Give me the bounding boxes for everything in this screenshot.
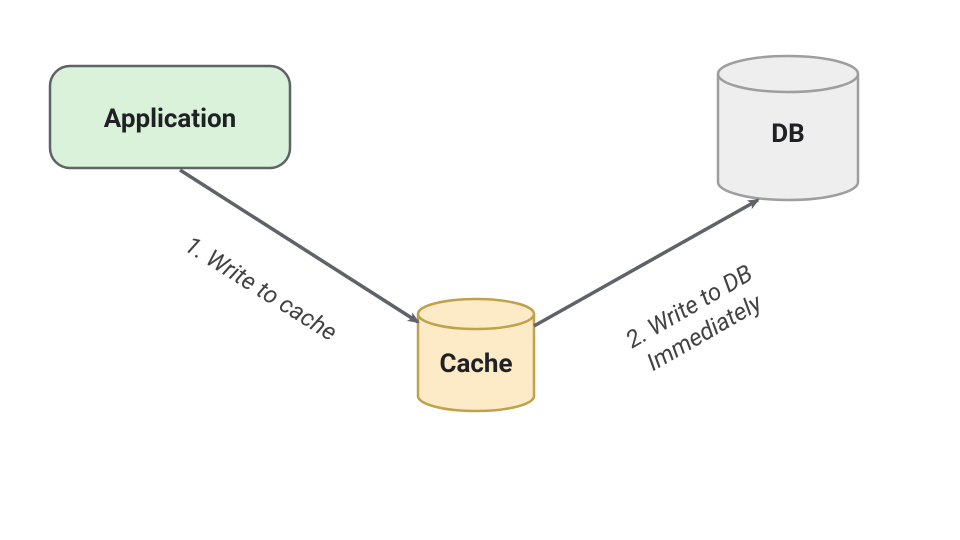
db-label: DB [771, 119, 805, 149]
node-db: DB [718, 56, 858, 200]
application-label: Application [104, 104, 236, 134]
label-write-to-db: 2. Write to DB Immediately [621, 259, 772, 380]
cache-label: Cache [439, 349, 512, 379]
label-write-to-cache: 1. Write to cache [180, 231, 342, 347]
write-through-cache-diagram: Application Cache DB 1. Write to cache 2… [0, 0, 960, 540]
node-cache: Cache [418, 299, 534, 411]
node-application: Application [50, 66, 290, 168]
